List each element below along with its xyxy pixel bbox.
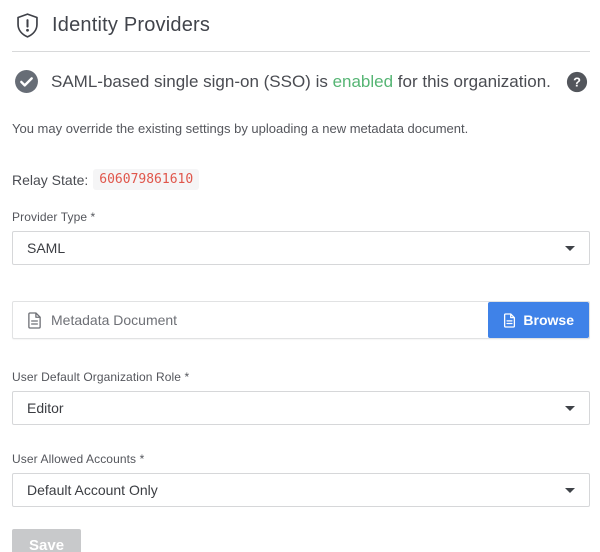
relay-state-row: Relay State: 606079861610	[12, 169, 590, 190]
org-role-select[interactable]: Editor	[12, 391, 590, 425]
field-allowed-accounts: User Allowed Accounts * Default Account …	[12, 452, 590, 507]
metadata-upload-field[interactable]: Metadata Document Browse	[12, 301, 590, 339]
override-hint-text: You may override the existing settings b…	[12, 121, 590, 136]
allowed-accounts-label: User Allowed Accounts *	[12, 452, 590, 466]
provider-type-label: Provider Type *	[12, 210, 590, 224]
relay-state-value: 606079861610	[93, 169, 199, 190]
metadata-document-label: Metadata Document	[51, 312, 177, 328]
document-icon	[27, 312, 42, 329]
check-circle-icon	[14, 69, 39, 94]
svg-text:?: ?	[573, 74, 581, 89]
provider-type-select[interactable]: SAML	[12, 231, 590, 265]
page-title: Identity Providers	[52, 14, 210, 37]
field-provider-type: Provider Type * SAML	[12, 210, 590, 265]
sso-status-text: SAML-based single sign-on (SSO) is enabl…	[51, 72, 554, 92]
relay-state-label: Relay State:	[12, 172, 88, 188]
org-role-value: Editor	[27, 400, 64, 416]
browse-button[interactable]: Browse	[488, 302, 589, 338]
field-org-role: User Default Organization Role * Editor	[12, 370, 590, 425]
help-button[interactable]: ?	[566, 71, 588, 93]
status-text-after: for this organization.	[393, 72, 551, 91]
shield-exclamation-icon	[14, 12, 41, 39]
page-header: Identity Providers	[12, 10, 590, 52]
allowed-accounts-value: Default Account Only	[27, 482, 158, 498]
identity-providers-page: Identity Providers SAML-based single sig…	[0, 0, 600, 552]
metadata-upload-label-group: Metadata Document	[27, 312, 177, 329]
file-upload-icon	[503, 313, 516, 328]
question-circle-icon: ?	[566, 71, 588, 93]
provider-type-value: SAML	[27, 240, 65, 256]
chevron-down-icon	[565, 406, 575, 411]
save-button[interactable]: Save	[12, 529, 81, 552]
browse-button-label: Browse	[523, 312, 574, 328]
status-text-before: SAML-based single sign-on (SSO) is	[51, 72, 333, 91]
status-enabled-highlight: enabled	[333, 72, 394, 91]
allowed-accounts-select[interactable]: Default Account Only	[12, 473, 590, 507]
sso-status-row: SAML-based single sign-on (SSO) is enabl…	[12, 69, 590, 94]
org-role-label: User Default Organization Role *	[12, 370, 590, 384]
chevron-down-icon	[565, 488, 575, 493]
chevron-down-icon	[565, 246, 575, 251]
